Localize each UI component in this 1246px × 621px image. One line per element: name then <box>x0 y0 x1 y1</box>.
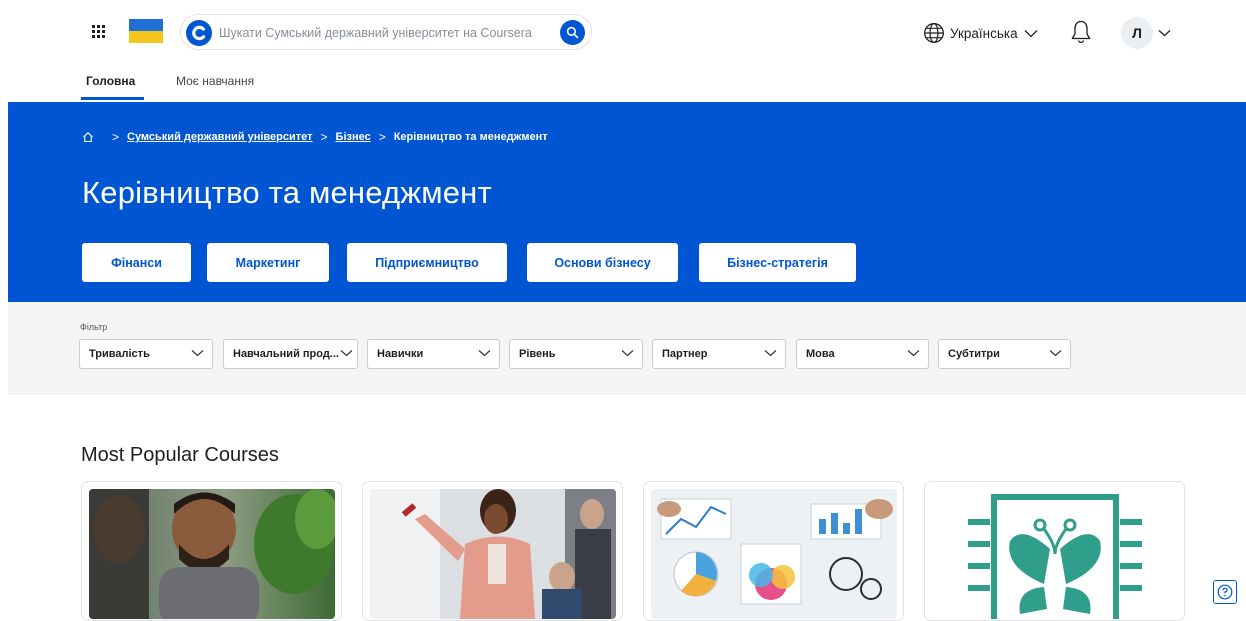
category-marketing-button[interactable]: Маркетинг <box>207 243 329 282</box>
breadcrumb-business[interactable]: Бізнес <box>336 131 371 143</box>
help-button[interactable] <box>1213 580 1237 604</box>
course-image <box>89 489 335 619</box>
filter-partner-label: Партнер <box>662 348 708 360</box>
globe-icon <box>924 23 944 43</box>
course-card[interactable] <box>362 481 623 621</box>
filter-partner-dropdown[interactable]: Партнер <box>652 339 786 369</box>
nav-tabs: Головна Моє навчання <box>0 66 1246 102</box>
search-button[interactable] <box>560 20 585 45</box>
filter-product-dropdown[interactable]: Навчальний прод... <box>223 339 358 369</box>
section-title: Most Popular Courses <box>81 444 279 466</box>
filter-language-label: Мова <box>806 348 835 360</box>
chevron-down-icon <box>621 350 634 357</box>
bell-icon[interactable] <box>1070 19 1092 45</box>
course-card[interactable] <box>924 481 1185 621</box>
course-card[interactable] <box>81 481 342 621</box>
filter-bar: Фільтр Тривалість Навчальний прод... Нав… <box>8 302 1246 394</box>
top-header: Українська Л <box>0 0 1246 66</box>
breadcrumb: > Сумський державний університет > Бізне… <box>82 130 548 144</box>
tab-my-learning[interactable]: Моє навчання <box>176 74 254 88</box>
filter-label: Фільтр <box>80 322 108 332</box>
chevron-down-icon <box>907 350 920 357</box>
language-selector[interactable]: Українська <box>923 21 1038 45</box>
hero-banner: > Сумський державний університет > Бізне… <box>8 102 1246 302</box>
filter-subtitles-dropdown[interactable]: Субтитри <box>938 339 1071 369</box>
filter-level-label: Рівень <box>519 348 556 360</box>
category-entrepreneurship-button[interactable]: Підприємництво <box>347 243 507 282</box>
help-icon <box>1217 584 1233 600</box>
breadcrumb-separator: > <box>320 130 328 144</box>
apps-grid-icon[interactable] <box>92 25 105 38</box>
category-business-essentials-button[interactable]: Основи бізнесу <box>527 243 678 282</box>
avatar[interactable]: Л <box>1121 17 1153 49</box>
filter-language-dropdown[interactable]: Мова <box>796 339 929 369</box>
course-card[interactable] <box>643 481 904 621</box>
filter-skills-dropdown[interactable]: Навички <box>367 339 500 369</box>
chevron-down-icon <box>340 350 353 357</box>
page-title: Керівництво та менеджмент <box>82 175 492 210</box>
tab-home[interactable]: Головна <box>86 74 135 88</box>
filter-duration-label: Тривалість <box>89 348 150 360</box>
active-tab-indicator <box>81 97 144 100</box>
search-bar <box>180 14 592 50</box>
filter-duration-dropdown[interactable]: Тривалість <box>79 339 213 369</box>
coursera-logo-icon <box>186 20 212 46</box>
breadcrumb-separator: > <box>378 130 386 144</box>
search-input[interactable] <box>219 23 549 43</box>
breadcrumb-university[interactable]: Сумський державний університет <box>127 131 313 143</box>
filter-level-dropdown[interactable]: Рівень <box>509 339 643 369</box>
language-label: Українська <box>950 25 1018 41</box>
chevron-down-icon <box>1024 29 1038 37</box>
chevron-down-icon <box>1049 350 1062 357</box>
course-image <box>370 489 616 619</box>
search-icon <box>566 26 579 39</box>
filter-product-label: Навчальний прод... <box>233 348 339 360</box>
breadcrumb-current: Керівництво та менеджмент <box>393 131 548 143</box>
course-image <box>651 489 897 619</box>
home-icon[interactable] <box>82 131 94 143</box>
breadcrumb-separator: > <box>112 130 120 144</box>
course-image <box>932 489 1178 619</box>
avatar-chevron-down-icon[interactable] <box>1158 29 1171 37</box>
chevron-down-icon <box>764 350 777 357</box>
filter-subtitles-label: Субтитри <box>948 348 1000 360</box>
ukraine-flag <box>129 19 163 43</box>
chevron-down-icon <box>478 350 491 357</box>
category-business-strategy-button[interactable]: Бізнес-стратегія <box>699 243 856 282</box>
filter-skills-label: Навички <box>377 348 424 360</box>
chevron-down-icon <box>191 350 204 357</box>
category-finance-button[interactable]: Фінанси <box>82 243 191 282</box>
